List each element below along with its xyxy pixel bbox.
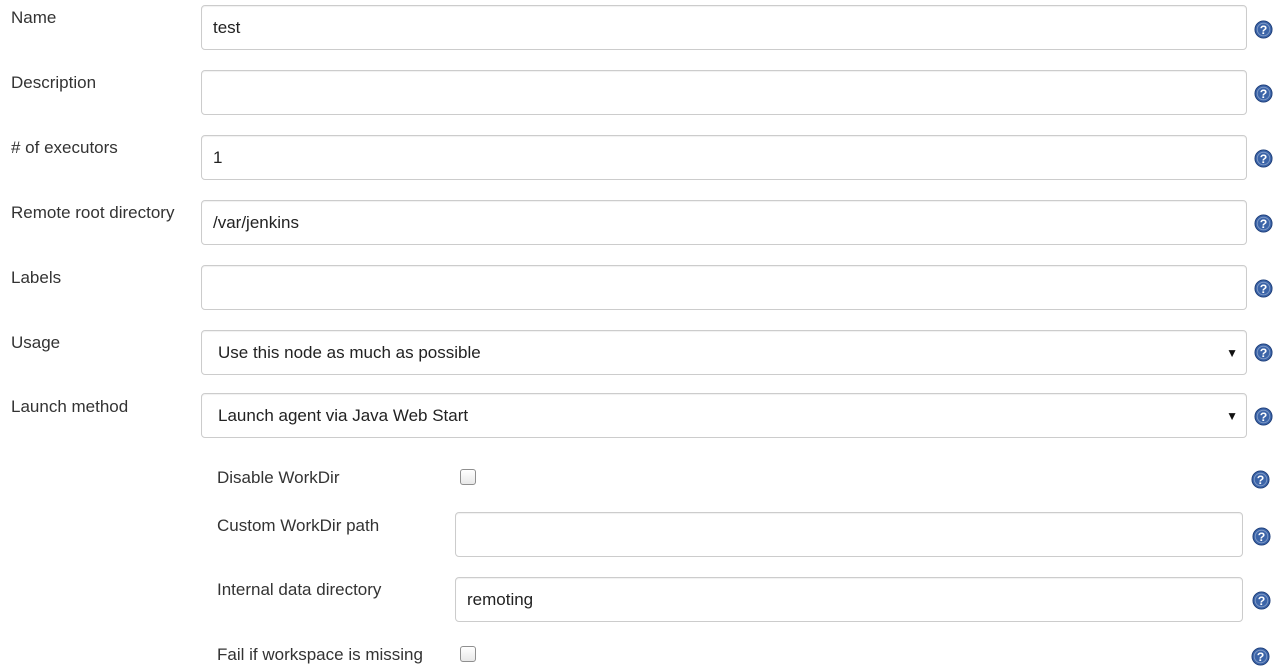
svg-text:?: ? xyxy=(1260,217,1268,231)
help-icon[interactable]: ? xyxy=(1254,279,1273,298)
usage-selected-value: Use this node as much as possible xyxy=(218,342,481,362)
custom-workdir-label: Custom WorkDir path xyxy=(217,516,380,535)
help-icon[interactable]: ? xyxy=(1254,407,1273,426)
svg-text:?: ? xyxy=(1260,282,1268,296)
executors-input[interactable] xyxy=(201,135,1247,180)
launch-method-selected-value: Launch agent via Java Web Start xyxy=(218,405,469,425)
fail-if-missing-checkbox[interactable] xyxy=(460,646,476,662)
svg-text:?: ? xyxy=(1257,473,1265,487)
description-label: Description xyxy=(11,73,97,92)
name-label: Name xyxy=(11,8,57,27)
help-icon[interactable]: ? xyxy=(1252,527,1271,546)
svg-text:?: ? xyxy=(1260,152,1268,166)
svg-text:?: ? xyxy=(1260,346,1268,360)
svg-text:?: ? xyxy=(1260,410,1268,424)
help-icon[interactable]: ? xyxy=(1252,591,1271,610)
custom-workdir-input[interactable] xyxy=(455,512,1243,557)
labels-label: Labels xyxy=(11,268,62,287)
chevron-down-icon: ▼ xyxy=(1226,408,1238,423)
svg-text:?: ? xyxy=(1257,650,1265,664)
disable-workdir-label: Disable WorkDir xyxy=(217,468,340,487)
description-input[interactable] xyxy=(201,70,1247,115)
labels-input[interactable] xyxy=(201,265,1247,310)
remote-root-input[interactable] xyxy=(201,200,1247,245)
disable-workdir-checkbox[interactable] xyxy=(460,469,476,485)
svg-text:?: ? xyxy=(1260,87,1268,101)
svg-text:?: ? xyxy=(1258,594,1266,608)
help-icon[interactable]: ? xyxy=(1254,84,1273,103)
help-icon[interactable]: ? xyxy=(1251,470,1270,489)
help-icon[interactable]: ? xyxy=(1254,149,1273,168)
help-icon[interactable]: ? xyxy=(1254,343,1273,362)
usage-label: Usage xyxy=(11,333,61,352)
help-icon[interactable]: ? xyxy=(1251,647,1270,666)
svg-text:?: ? xyxy=(1258,530,1266,544)
executors-label: # of executors xyxy=(11,138,118,157)
usage-select[interactable]: Use this node as much as possible ▼ xyxy=(201,330,1247,375)
internal-data-dir-input[interactable] xyxy=(455,577,1243,622)
node-configuration-form: Name ? Description ? # of executors ? Re… xyxy=(0,0,1287,669)
remote-root-label: Remote root directory xyxy=(11,203,175,222)
name-input[interactable] xyxy=(201,5,1247,50)
launch-method-label: Launch method xyxy=(11,397,129,416)
svg-text:?: ? xyxy=(1260,23,1268,37)
fail-if-missing-label: Fail if workspace is missing xyxy=(217,645,423,664)
chevron-down-icon: ▼ xyxy=(1226,345,1238,360)
help-icon[interactable]: ? xyxy=(1254,214,1273,233)
help-icon[interactable]: ? xyxy=(1254,20,1273,39)
internal-data-dir-label: Internal data directory xyxy=(217,580,382,599)
launch-method-select[interactable]: Launch agent via Java Web Start ▼ xyxy=(201,393,1247,438)
